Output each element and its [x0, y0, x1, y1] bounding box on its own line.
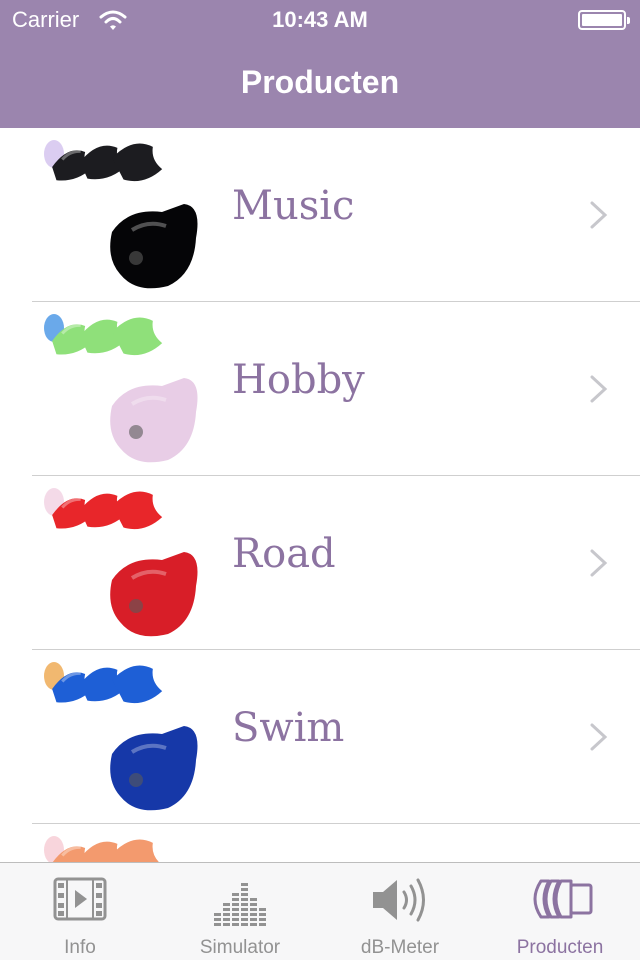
tab-label: Producten	[516, 937, 604, 958]
product-label: Music	[232, 183, 355, 229]
tab-info[interactable]: Info	[0, 863, 160, 960]
chevron-right-icon	[590, 549, 608, 577]
product-label: Hobby	[232, 357, 365, 403]
tab-label: Simulator	[199, 937, 281, 958]
equalizer-icon	[214, 883, 266, 926]
chevron-right-icon	[590, 201, 608, 229]
earplug-image	[44, 836, 163, 862]
product-label: Swim	[232, 705, 345, 751]
chevron-right-icon	[590, 375, 608, 403]
tab-label: dB-Meter	[360, 937, 440, 958]
page-title: Producten	[240, 64, 400, 100]
earplug-image	[44, 662, 198, 811]
tab-simulator[interactable]: Simulator	[160, 863, 320, 960]
product-row-road[interactable]: Road	[0, 476, 640, 650]
chevron-right-icon	[590, 723, 608, 751]
product-label: Road	[232, 531, 336, 577]
product-row-swim[interactable]: Swim	[0, 650, 640, 824]
battery-icon	[578, 10, 630, 30]
earplug-image	[44, 488, 198, 637]
product-row-music[interactable]: Music	[0, 128, 640, 302]
product-list: Music Hobby Road Swim	[0, 128, 640, 862]
product-row-hobby[interactable]: Hobby	[0, 302, 640, 476]
earplug-image	[44, 314, 198, 463]
tab-db-meter[interactable]: dB-Meter	[320, 863, 480, 960]
tab-producten[interactable]: Producten	[480, 863, 640, 960]
header: Carrier 10:43 AM Producten	[0, 0, 640, 128]
speaker-icon	[373, 878, 425, 922]
status-bar: Carrier 10:43 AM	[0, 0, 640, 40]
tab-label: Info	[64, 937, 96, 958]
earplug-icon	[533, 879, 593, 919]
earplug-image	[44, 140, 198, 289]
tab-bar: Info Simulator dB-Meter Producten	[0, 862, 640, 960]
film-icon	[53, 877, 107, 921]
clock: 10:43 AM	[272, 7, 368, 32]
product-row-partial[interactable]	[0, 824, 640, 862]
